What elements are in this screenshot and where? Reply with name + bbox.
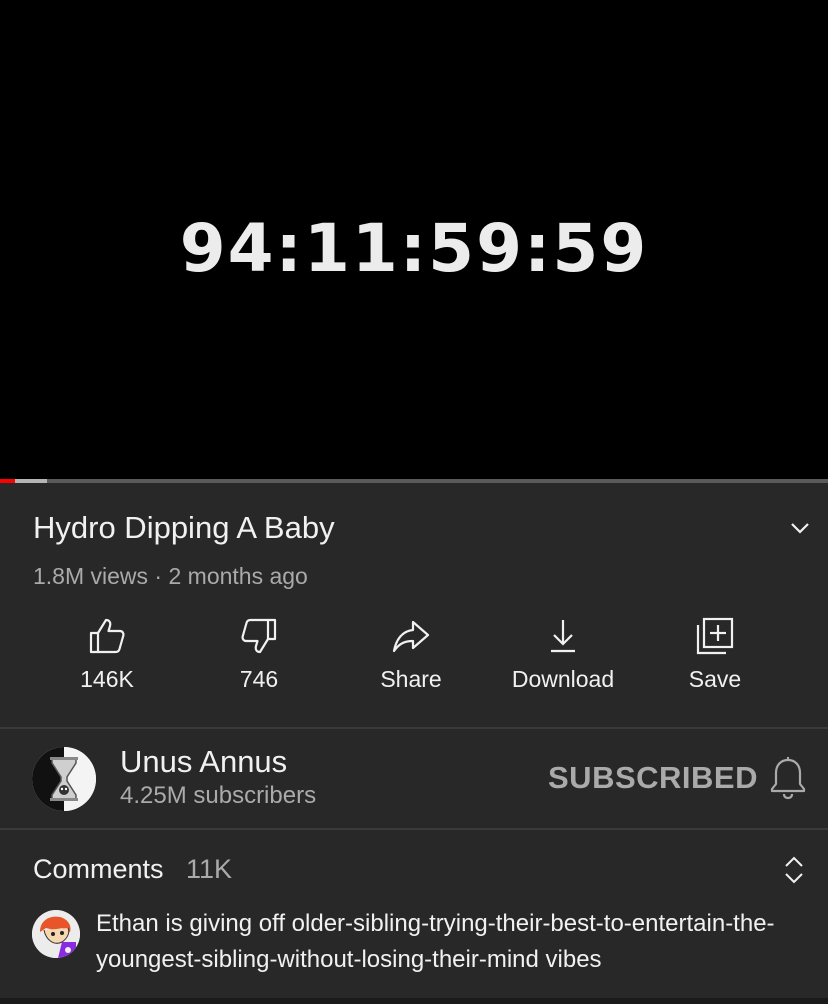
- save-label: Save: [688, 666, 742, 692]
- bell-icon[interactable]: [768, 756, 808, 800]
- playlist-add-icon: [696, 617, 734, 655]
- video-title[interactable]: Hydro Dipping A Baby: [33, 510, 335, 546]
- subscriber-count: 4.25M subscribers: [120, 782, 317, 809]
- video-frame-countdown: 94:11:59:59: [179, 210, 649, 287]
- channel-row[interactable]: Unus Annus 4.25M subscribers SUBSCRIBED: [0, 730, 828, 828]
- download-label: Download: [511, 666, 615, 692]
- download-button[interactable]: Download: [488, 616, 638, 706]
- commenter-avatar-icon: [32, 910, 80, 958]
- share-label: Share: [380, 666, 442, 692]
- like-count: 146K: [80, 666, 134, 692]
- sort-expand-icon[interactable]: [780, 854, 808, 886]
- commenter-avatar[interactable]: [32, 910, 80, 958]
- like-button[interactable]: 146K: [32, 616, 182, 706]
- share-button[interactable]: Share: [336, 616, 486, 706]
- thumbs-up-icon: [89, 618, 125, 654]
- video-info-panel: Hydro Dipping A Baby 1.8M views · 2 mont…: [0, 483, 828, 728]
- video-meta: 1.8M views · 2 months ago: [33, 563, 308, 589]
- action-bar: 146K 746 Share Download Save: [30, 616, 798, 706]
- channel-avatar[interactable]: [32, 747, 96, 811]
- share-arrow-icon: [392, 620, 430, 653]
- dislike-button[interactable]: 746: [184, 616, 334, 706]
- subscribed-button[interactable]: SUBSCRIBED: [548, 760, 758, 796]
- download-icon: [551, 620, 575, 653]
- hourglass-logo-icon: [32, 747, 96, 811]
- chevron-down-icon[interactable]: [786, 514, 814, 542]
- bottom-edge: [0, 998, 828, 1004]
- divider: [0, 727, 828, 729]
- comments-section[interactable]: Comments 11K Ethan is giving off older-s…: [0, 830, 828, 1004]
- save-button[interactable]: Save: [640, 616, 790, 706]
- comments-heading: Comments: [33, 854, 164, 884]
- comments-count: 11K: [186, 854, 233, 884]
- channel-name[interactable]: Unus Annus: [120, 744, 287, 780]
- top-comment-text: Ethan is giving off older-sibling-trying…: [96, 910, 775, 973]
- thumbs-down-icon: [241, 618, 277, 654]
- video-player[interactable]: 94:11:59:59: [0, 0, 828, 480]
- dislike-count: 746: [239, 666, 279, 692]
